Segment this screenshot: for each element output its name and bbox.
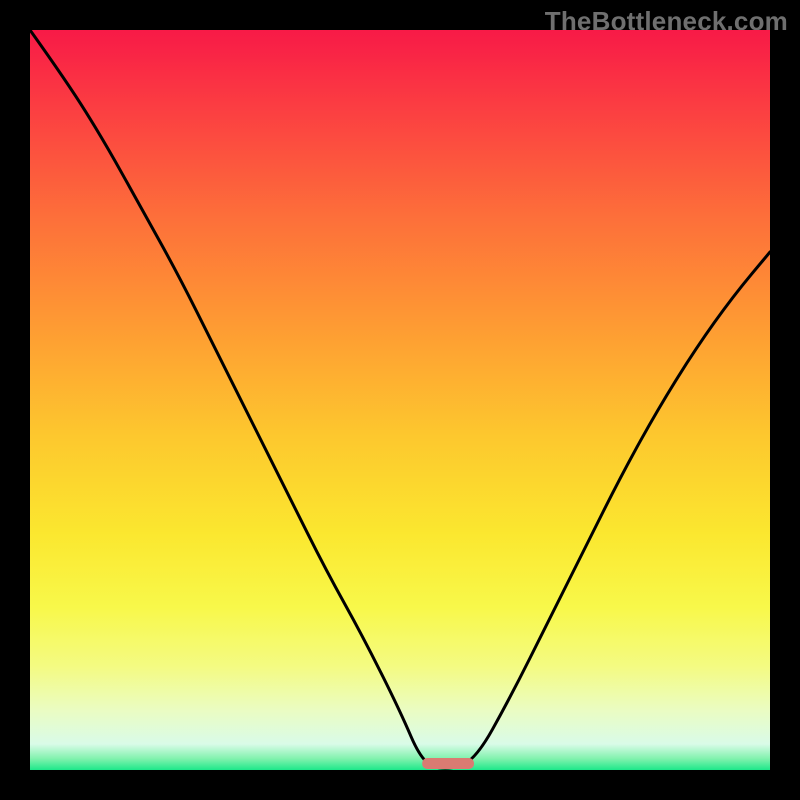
chart-frame: TheBottleneck.com [0, 0, 800, 800]
optimum-marker [422, 758, 474, 769]
bottleneck-plot [30, 30, 770, 770]
gradient-background [30, 30, 770, 770]
